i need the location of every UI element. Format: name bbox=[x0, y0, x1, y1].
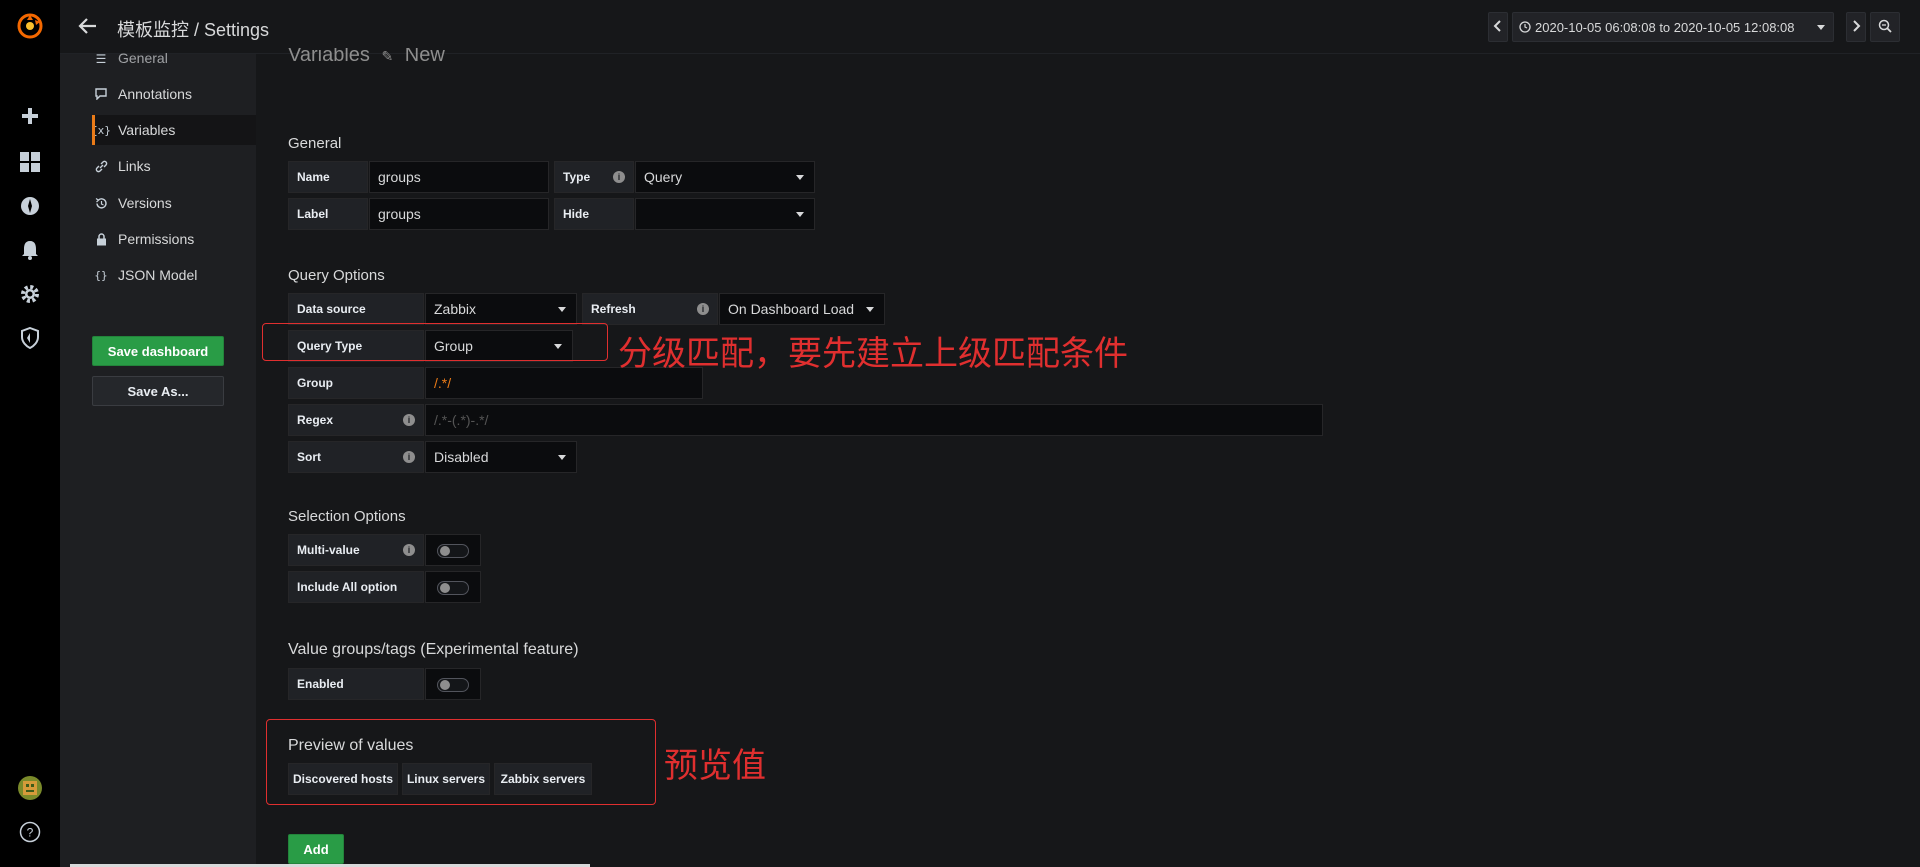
toggle-knob bbox=[440, 583, 450, 593]
refresh-select[interactable]: On Dashboard Load bbox=[719, 293, 885, 325]
comment-icon bbox=[92, 88, 110, 100]
plus-icon[interactable] bbox=[16, 102, 44, 130]
clock-icon bbox=[1519, 21, 1531, 33]
active-indicator bbox=[92, 115, 95, 145]
annotation-preview-note: 预览值 bbox=[664, 746, 766, 786]
time-range-text: 2020-10-05 06:08:08 to 2020-10-05 12:08:… bbox=[1535, 19, 1795, 35]
caret-down-icon bbox=[558, 455, 566, 460]
section-general-title: General bbox=[288, 135, 342, 152]
time-range-picker[interactable]: 2020-10-05 06:08:08 to 2020-10-05 12:08:… bbox=[1512, 12, 1834, 42]
time-shift-forward-button[interactable] bbox=[1846, 12, 1866, 42]
alerting-bell-icon[interactable] bbox=[16, 236, 44, 264]
type-select[interactable]: Query bbox=[635, 161, 815, 193]
zoom-out-button[interactable] bbox=[1870, 12, 1900, 42]
save-as-button[interactable]: Save As... bbox=[92, 376, 224, 406]
toggle-switch bbox=[437, 678, 469, 692]
heading-variables-link[interactable]: Variables bbox=[288, 48, 370, 66]
group-label: Group bbox=[288, 367, 424, 399]
link-icon bbox=[92, 160, 110, 173]
explore-icon[interactable] bbox=[16, 192, 44, 220]
section-selection-options-title: Selection Options bbox=[288, 508, 406, 525]
settings-nav-annotations[interactable]: Annotations bbox=[92, 79, 256, 109]
time-shift-back-button[interactable] bbox=[1488, 12, 1508, 42]
hide-select[interactable] bbox=[635, 198, 815, 230]
settings-nav-label: Variables bbox=[118, 122, 176, 138]
pencil-icon: ✎ bbox=[381, 48, 394, 64]
label-label: Label bbox=[288, 198, 368, 230]
caret-down-icon bbox=[558, 307, 566, 312]
settings-nav-variables[interactable]: {x} Variables bbox=[91, 115, 256, 145]
caret-down-icon bbox=[796, 212, 804, 217]
grafana-logo-icon[interactable] bbox=[16, 12, 44, 40]
back-arrow-icon[interactable] bbox=[76, 14, 104, 40]
toggle-switch bbox=[437, 544, 469, 558]
info-icon: i bbox=[403, 544, 415, 556]
user-avatar-icon[interactable] bbox=[16, 774, 44, 802]
regex-label: Regex i bbox=[288, 404, 424, 436]
sort-select[interactable]: Disabled bbox=[425, 441, 577, 473]
name-input[interactable]: groups bbox=[369, 161, 549, 193]
server-admin-shield-icon[interactable] bbox=[16, 324, 44, 352]
info-icon: i bbox=[613, 171, 625, 183]
settings-nav-links[interactable]: Links bbox=[92, 151, 256, 181]
history-icon bbox=[92, 197, 110, 210]
page-title: 模板监控 / Settings bbox=[117, 20, 270, 40]
chevron-right-icon bbox=[1851, 19, 1861, 35]
hide-label: Hide bbox=[554, 198, 634, 230]
settings-nav-label: Permissions bbox=[118, 231, 195, 247]
include-all-label: Include All option bbox=[288, 571, 424, 603]
settings-nav-json-model[interactable]: {} JSON Model bbox=[92, 260, 256, 290]
annotation-box-preview bbox=[266, 719, 656, 805]
heading-sub: New bbox=[404, 48, 445, 66]
caret-down-icon bbox=[796, 175, 804, 180]
label-input[interactable]: groups bbox=[369, 198, 549, 230]
settings-nav-label: Links bbox=[118, 158, 151, 174]
page-heading: Variables ✎ New bbox=[288, 48, 488, 68]
annotation-query-type-note: 分级匹配，要先建立上级匹配条件 bbox=[618, 334, 1128, 374]
enabled-toggle[interactable] bbox=[425, 668, 481, 700]
svg-text:?: ? bbox=[27, 826, 34, 840]
include-all-toggle[interactable] bbox=[425, 571, 481, 603]
settings-nav-general[interactable]: ☰ General bbox=[92, 50, 256, 66]
configuration-gear-icon[interactable] bbox=[16, 280, 44, 308]
caret-down-icon bbox=[1817, 25, 1825, 30]
lock-icon bbox=[92, 232, 110, 246]
settings-nav-label: Versions bbox=[118, 195, 172, 211]
sort-label: Sort i bbox=[288, 441, 424, 473]
toggle-knob bbox=[440, 546, 450, 556]
caret-down-icon bbox=[866, 307, 874, 312]
regex-input[interactable]: /.*-(.*)-.*/ bbox=[425, 404, 1323, 436]
section-value-groups-title: Value groups/tags (Experimental feature) bbox=[288, 641, 579, 658]
annotation-box-query-type bbox=[262, 323, 608, 361]
refresh-label: Refresh i bbox=[582, 293, 718, 325]
settings-nav-label: JSON Model bbox=[118, 267, 198, 283]
settings-nav-label: General bbox=[118, 50, 168, 66]
settings-nav-versions[interactable]: Versions bbox=[92, 188, 256, 218]
section-query-options-title: Query Options bbox=[288, 267, 385, 284]
chevron-left-icon bbox=[1493, 19, 1503, 35]
zoom-out-icon bbox=[1878, 19, 1892, 36]
sliders-icon: ☰ bbox=[95, 52, 107, 66]
info-icon: i bbox=[403, 414, 415, 426]
brackets-icon: {} bbox=[94, 268, 108, 282]
toggle-knob bbox=[440, 680, 450, 690]
datasource-label: Data source bbox=[288, 293, 424, 325]
dashboards-icon[interactable] bbox=[16, 148, 44, 176]
help-icon[interactable]: ? bbox=[16, 818, 44, 846]
settings-nav-permissions[interactable]: Permissions bbox=[92, 224, 256, 254]
save-dashboard-button[interactable]: Save dashboard bbox=[92, 336, 224, 366]
add-button[interactable]: Add bbox=[288, 834, 344, 864]
enabled-label: Enabled bbox=[288, 668, 424, 700]
toggle-switch bbox=[437, 581, 469, 595]
side-navigation: ? bbox=[0, 0, 60, 867]
multi-value-toggle[interactable] bbox=[425, 534, 481, 566]
datasource-select[interactable]: Zabbix bbox=[425, 293, 577, 325]
name-label: Name bbox=[288, 161, 368, 193]
multi-value-label: Multi-value i bbox=[288, 534, 424, 566]
type-label: Type i bbox=[554, 161, 634, 193]
settings-nav-label: Annotations bbox=[118, 86, 192, 102]
info-icon: i bbox=[697, 303, 709, 315]
info-icon: i bbox=[403, 451, 415, 463]
